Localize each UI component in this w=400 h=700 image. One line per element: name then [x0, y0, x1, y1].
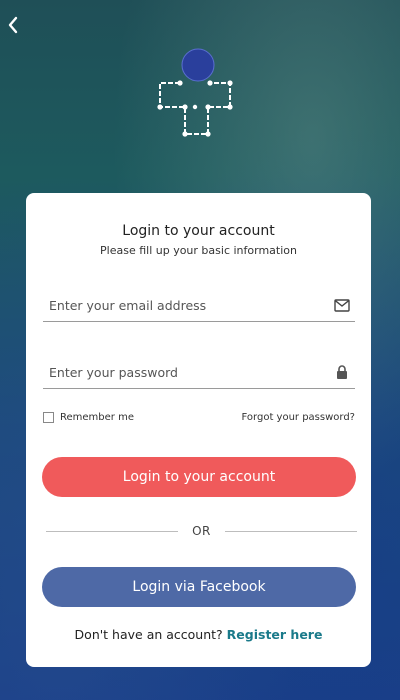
login-card: Login to your account Please fill up you…: [26, 193, 371, 667]
email-field[interactable]: [43, 290, 355, 322]
or-label: OR: [192, 524, 211, 538]
card-title: Login to your account: [122, 223, 275, 239]
checkbox-box[interactable]: [43, 412, 54, 423]
remember-me-label: Remember me: [60, 412, 134, 423]
chevron-left-icon: [8, 16, 18, 34]
login-button[interactable]: Login to your account: [42, 457, 356, 497]
register-link[interactable]: Register here: [227, 627, 323, 642]
divider-line-right: [224, 530, 358, 532]
register-row: Don't have an account? Register here: [26, 627, 371, 642]
register-prompt: Don't have an account?: [74, 627, 223, 642]
divider-line-left: [46, 530, 179, 532]
facebook-login-button[interactable]: Login via Facebook: [42, 567, 356, 607]
password-field[interactable]: [43, 357, 355, 389]
back-button[interactable]: [2, 12, 24, 38]
mail-icon: [333, 297, 351, 315]
lock-icon: [333, 364, 351, 382]
forgot-password-link[interactable]: Forgot your password?: [242, 412, 355, 423]
email-input[interactable]: [43, 298, 333, 313]
remember-me-checkbox[interactable]: Remember me: [43, 412, 134, 423]
or-divider: OR: [46, 524, 358, 538]
medical-cross-circuit-logo: [157, 48, 233, 137]
password-input[interactable]: [43, 365, 333, 380]
card-subtitle: Please fill up your basic information: [100, 244, 297, 257]
